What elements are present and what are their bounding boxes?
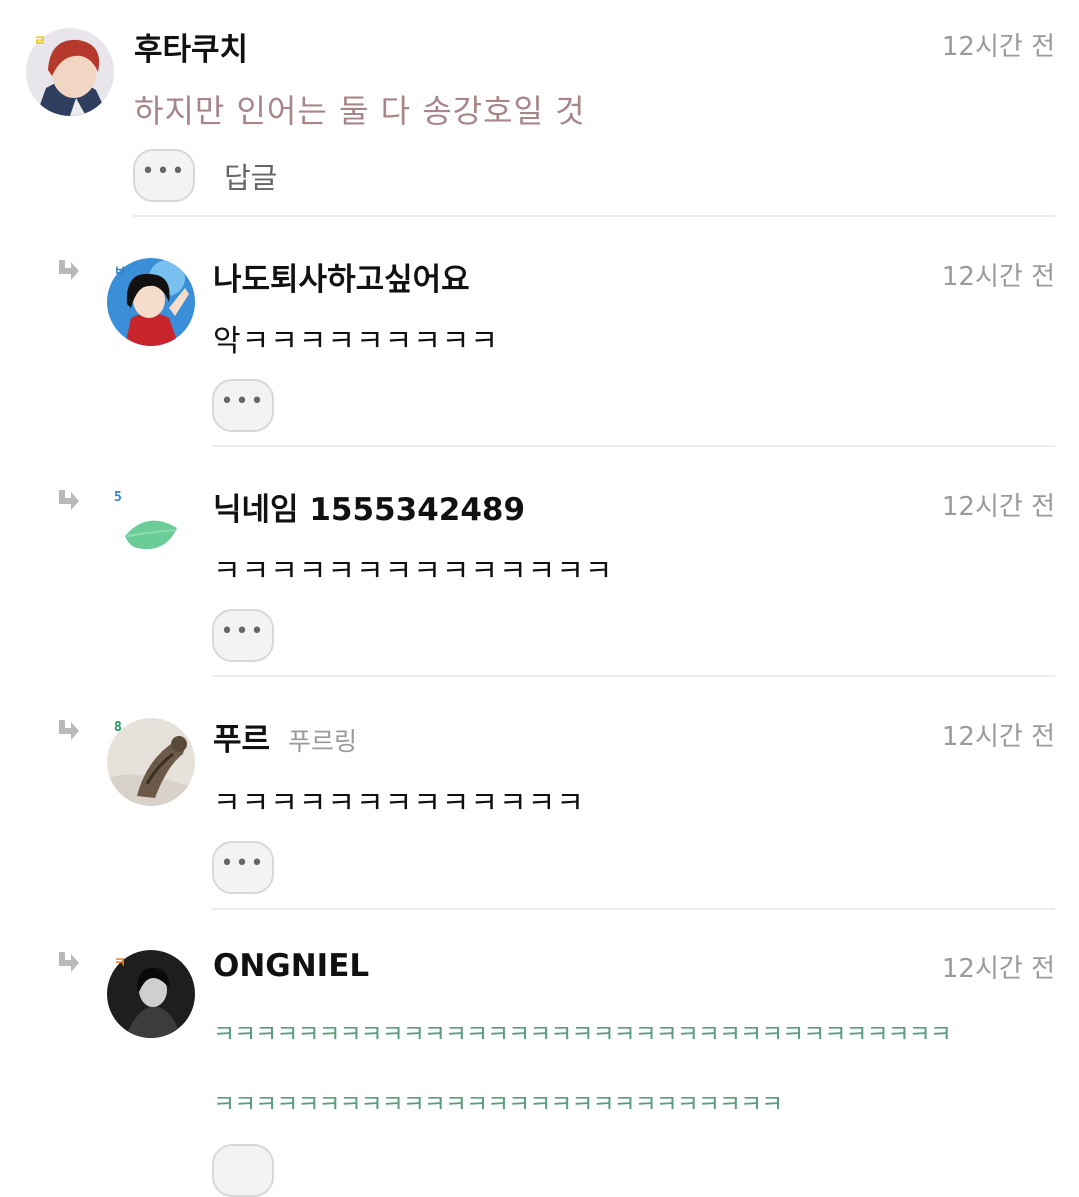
divider	[212, 675, 1055, 677]
level-badge: ㅂ	[114, 264, 126, 279]
comment-text: ㅋㅋㅋㅋㅋㅋㅋㅋㅋㅋㅋㅋㅋㅋ	[213, 554, 614, 589]
more-dots-icon: •••	[220, 618, 266, 644]
more-options-button[interactable]: •••	[212, 841, 274, 894]
reply-arrow-icon	[59, 720, 79, 740]
comment-item: 5 닉네임 1555342489 12시간 전 ㅋㅋㅋㅋㅋㅋㅋㅋㅋㅋㅋㅋㅋㅋ •…	[0, 460, 1079, 680]
reply-arrow-icon	[59, 490, 79, 510]
comment-item: 8 푸르 푸르링 12시간 전 ㅋㅋㅋㅋㅋㅋㅋㅋㅋㅋㅋㅋㅋ •••	[0, 690, 1079, 914]
more-options-button[interactable]: •••	[212, 379, 274, 432]
divider	[133, 215, 1055, 217]
more-options-button[interactable]	[212, 1144, 274, 1197]
more-dots-icon: •••	[220, 850, 266, 876]
level-badge: ㄹ	[34, 34, 46, 49]
comment-text: 악ㅋㅋㅋㅋㅋㅋㅋㅋㅋ	[213, 324, 499, 359]
author-name[interactable]: 나도퇴사하고싶어요	[213, 254, 470, 299]
comment-text: 하지만 인어는 둘 다 송강호일 것	[134, 92, 586, 130]
more-options-button[interactable]: •••	[212, 609, 274, 662]
more-dots-icon: •••	[220, 388, 266, 414]
timestamp: 12시간 전	[941, 262, 1055, 292]
divider	[212, 445, 1055, 447]
reply-arrow-icon	[59, 260, 79, 280]
more-options-button[interactable]: •••	[133, 149, 195, 202]
timestamp: 12시간 전	[941, 722, 1055, 752]
author-name[interactable]: 후타쿠치	[134, 24, 248, 69]
comment-text-line: ㅋㅋㅋㅋㅋㅋㅋㅋㅋㅋㅋㅋㅋㅋㅋㅋㅋㅋㅋㅋㅋㅋㅋㅋㅋㅋㅋㅋㅋㅋㅋㅋㅋㅋㅋ	[213, 1020, 952, 1048]
reply-button[interactable]: 답글	[224, 155, 277, 197]
author-subname: 푸르링	[288, 727, 358, 756]
timestamp: 12시간 전	[941, 32, 1055, 62]
author-name[interactable]: 닉네임 1555342489	[213, 484, 525, 529]
reply-arrow-icon	[59, 952, 79, 972]
comment-item: ㄹ 후타쿠치 12시간 전 하지만 인어는 둘 다 송강호일 것 ••• 답글	[0, 0, 1079, 220]
timestamp: 12시간 전	[941, 954, 1055, 984]
level-badge: 8	[114, 720, 122, 735]
comment-item: ㅂ 나도퇴사하고싶어요 12시간 전 악ㅋㅋㅋㅋㅋㅋㅋㅋㅋ •••	[0, 230, 1079, 450]
comment-text-line: ㅋㅋㅋㅋㅋㅋㅋㅋㅋㅋㅋㅋㅋㅋㅋㅋㅋㅋㅋㅋㅋㅋㅋㅋㅋㅋㅋ	[213, 1090, 783, 1118]
comment-item: ㅋ ONGNIEL 12시간 전 ㅋㅋㅋㅋㅋㅋㅋㅋㅋㅋㅋㅋㅋㅋㅋㅋㅋㅋㅋㅋㅋㅋㅋ…	[0, 922, 1079, 1197]
divider	[212, 908, 1055, 910]
author-name[interactable]: 푸르 푸르링	[213, 714, 357, 759]
level-badge: 5	[114, 490, 122, 505]
more-dots-icon: •••	[141, 158, 187, 184]
timestamp: 12시간 전	[941, 492, 1055, 522]
author-nickname: 푸르	[213, 722, 271, 758]
author-name[interactable]: ONGNIEL	[213, 948, 369, 984]
comment-text: ㅋㅋㅋㅋㅋㅋㅋㅋㅋㅋㅋㅋㅋ	[213, 786, 585, 821]
level-badge: ㅋ	[114, 956, 126, 971]
